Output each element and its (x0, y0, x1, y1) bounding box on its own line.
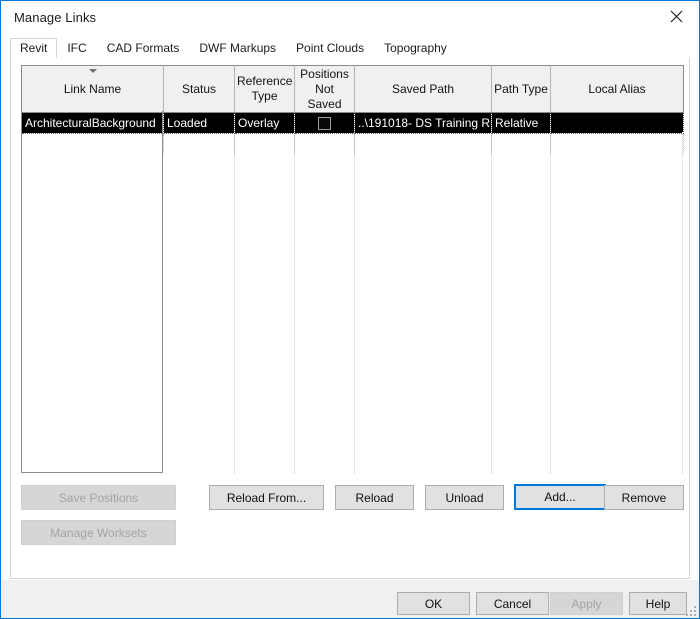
tab-cad-formats[interactable]: CAD Formats (97, 38, 190, 58)
cell-positions-not-saved (294, 112, 355, 134)
column-header-reference-type-line2: Type (251, 89, 278, 103)
ok-button[interactable]: OK (397, 592, 470, 615)
column-header-local-alias-label: Local Alias (588, 81, 646, 96)
cell-path-type[interactable]: Relative (491, 112, 551, 134)
cell-link-name: ArchitecturalBackground (21, 112, 164, 134)
column-header-path-type-label: Path Type (494, 81, 548, 96)
column-divider (234, 132, 235, 473)
close-icon[interactable] (653, 1, 699, 32)
cell-reference-type[interactable]: Overlay (234, 112, 295, 134)
reload-button[interactable]: Reload (335, 485, 414, 510)
tab-revit[interactable]: Revit (10, 38, 58, 59)
apply-button: Apply (550, 592, 623, 615)
column-divider (491, 132, 492, 473)
sort-descending-icon (88, 69, 97, 73)
manage-links-dialog: Manage Links Revit IFC CAD Formats DWF M… (0, 0, 700, 619)
column-header-reference-type-line1: Reference (237, 74, 293, 88)
manage-worksets-button: Manage Worksets (21, 520, 176, 545)
resize-grip[interactable] (684, 604, 696, 616)
empty-cell (354, 133, 492, 154)
links-table: Link Name Status Reference Type Position… (21, 65, 684, 154)
dialog-footer: OK Cancel Apply Help (1, 580, 699, 618)
cancel-button[interactable]: Cancel (476, 592, 549, 615)
column-header-link-name[interactable]: Link Name (21, 65, 164, 113)
unload-button[interactable]: Unload (425, 485, 504, 510)
empty-cell (491, 133, 551, 154)
cell-saved-path: ..\191018- DS Training R (354, 112, 492, 134)
column-header-status[interactable]: Status (163, 65, 235, 113)
tab-point-clouds[interactable]: Point Clouds (286, 38, 374, 58)
table-header-row: Link Name Status Reference Type Position… (21, 65, 684, 113)
help-button[interactable]: Help (629, 592, 687, 615)
column-header-reference-type[interactable]: Reference Type (234, 65, 295, 113)
empty-cell (21, 133, 164, 154)
tab-ifc[interactable]: IFC (57, 38, 96, 58)
column-header-positions-not-saved[interactable]: Positions Not Saved (294, 65, 355, 113)
tab-strip: Revit IFC CAD Formats DWF Markups Point … (10, 38, 690, 59)
cell-local-alias (550, 112, 684, 134)
column-header-link-name-label: Link Name (63, 81, 122, 96)
positions-not-saved-checkbox[interactable] (318, 117, 331, 131)
reload-from-button[interactable]: Reload From... (209, 485, 324, 510)
save-positions-button: Save Positions (21, 485, 176, 510)
column-header-local-alias[interactable]: Local Alias (550, 65, 684, 113)
tab-topography[interactable]: Topography (374, 38, 457, 58)
links-table-container[interactable]: Link Name Status Reference Type Position… (21, 65, 684, 473)
column-divider (550, 132, 551, 473)
table-row[interactable]: ArchitecturalBackground Loaded Overlay .… (21, 112, 684, 134)
empty-cell (294, 133, 355, 154)
column-divider (354, 132, 355, 473)
revit-tab-panel: Link Name Status Reference Type Position… (10, 58, 690, 579)
tab-dwf-markups[interactable]: DWF Markups (189, 38, 286, 58)
column-header-status-label: Status (181, 81, 217, 96)
cell-status: Loaded (163, 112, 235, 134)
column-divider (294, 132, 295, 473)
title-bar: Manage Links (1, 1, 699, 33)
column-header-positions-not-saved-line2: Not Saved (307, 81, 342, 111)
window-title: Manage Links (14, 9, 97, 25)
add-button[interactable]: Add... (514, 484, 606, 510)
remove-button[interactable]: Remove (604, 485, 684, 510)
column-divider (682, 132, 683, 473)
empty-cell (234, 133, 295, 154)
column-header-saved-path[interactable]: Saved Path (354, 65, 492, 113)
empty-cell (550, 133, 684, 154)
empty-cell (163, 133, 235, 154)
column-header-positions-not-saved-line1: Positions (300, 66, 349, 81)
column-header-saved-path-label: Saved Path (391, 81, 455, 96)
table-empty-row (21, 133, 684, 154)
column-header-path-type[interactable]: Path Type (491, 65, 551, 113)
